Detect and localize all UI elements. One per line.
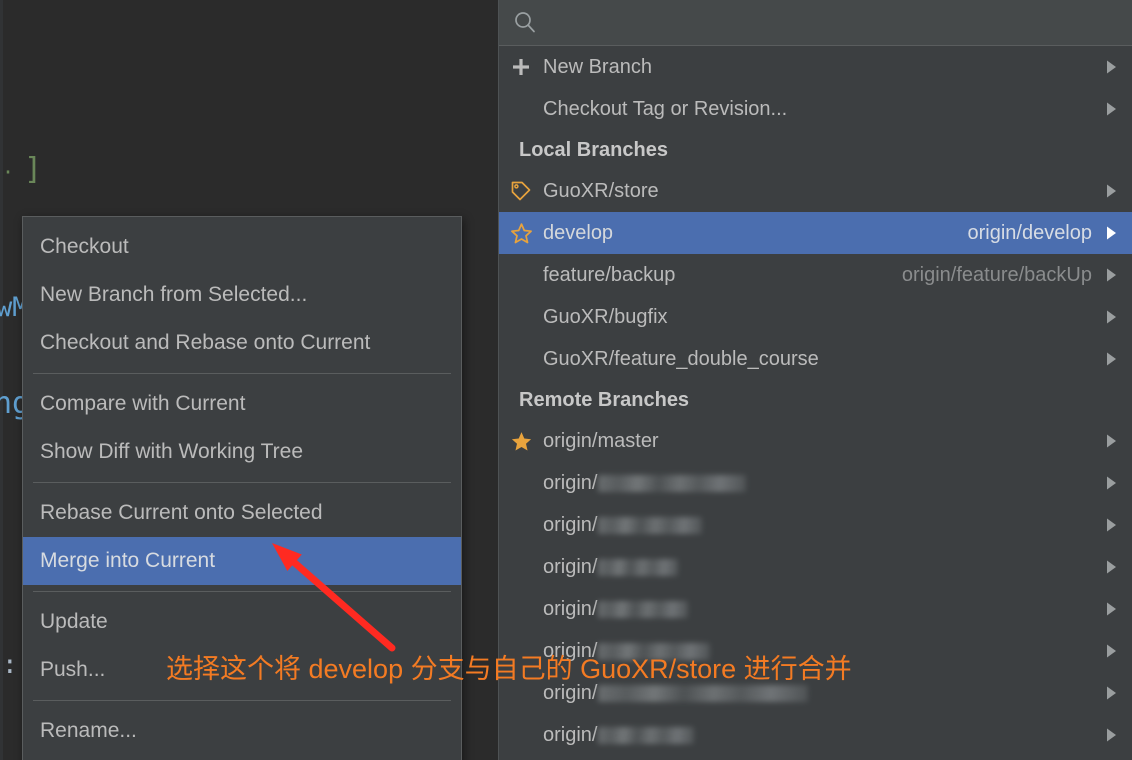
- branch-name: origin/: [543, 597, 598, 620]
- branch-list-item[interactable]: origin/: [499, 504, 1132, 546]
- branch-name: origin/: [543, 555, 598, 578]
- branch-list: New Branch Checkout Tag or Revision... Loc…: [499, 46, 1132, 756]
- menu-item-new-branch-from-selected[interactable]: New Branch from Selected...: [23, 271, 461, 319]
- branch-popup-action[interactable]: Checkout Tag or Revision...: [499, 88, 1132, 130]
- menu-separator: [33, 591, 451, 592]
- branch-name: origin/: [543, 471, 598, 494]
- chevron-right-icon[interactable]: [1098, 727, 1132, 743]
- tracking-branch-label: origin/develop: [967, 221, 1092, 244]
- menu-item-push[interactable]: Push...: [23, 646, 461, 694]
- menu-item-merge-into-current[interactable]: Merge into Current: [23, 537, 461, 585]
- menu-separator: [33, 700, 451, 701]
- branch-list-item[interactable]: origin/master: [499, 420, 1132, 462]
- branch-list-item[interactable]: origin/: [499, 462, 1132, 504]
- branch-list-item[interactable]: GuoXR/bugfix: [499, 296, 1132, 338]
- chevron-right-icon[interactable]: [1098, 517, 1132, 533]
- chevron-right-icon[interactable]: [1098, 433, 1132, 449]
- branch-list-item[interactable]: develop origin/develop: [499, 212, 1132, 254]
- chevron-right-icon[interactable]: [1098, 309, 1132, 325]
- branch-name: New Branch: [543, 55, 652, 78]
- branch-name: GuoXR/bugfix: [543, 305, 668, 328]
- branch-list-item[interactable]: GuoXR/feature_double_course: [499, 338, 1132, 380]
- menu-item-compare-with-current[interactable]: Compare with Current: [23, 380, 461, 428]
- branch-list-item[interactable]: origin/: [499, 588, 1132, 630]
- redacted-branch-name: [598, 474, 747, 492]
- chevron-right-icon[interactable]: [1098, 183, 1132, 199]
- redacted-branch-name: [598, 558, 679, 576]
- branch-search-input[interactable]: [543, 10, 1103, 36]
- chevron-right-icon[interactable]: [1098, 601, 1132, 617]
- menu-item-show-diff-with-working-tree[interactable]: Show Diff with Working Tree: [23, 428, 461, 476]
- star-filled-icon: [499, 430, 543, 453]
- redacted-branch-name: [598, 726, 695, 744]
- screenshot-root: ]·wMng: New BranchCheckout Tag or Revisi…: [0, 0, 1132, 760]
- editor-gutter-strip: [0, 0, 3, 760]
- branch-section-header: Remote Branches: [519, 388, 690, 411]
- branch-list-item[interactable]: GuoXR/store: [499, 170, 1132, 212]
- branch-name: origin/: [543, 639, 598, 662]
- git-branches-popup: New Branch Checkout Tag or Revision... Loc…: [498, 0, 1132, 760]
- menu-item-rename[interactable]: Rename...: [23, 707, 461, 755]
- search-icon: [514, 11, 536, 33]
- chevron-right-icon[interactable]: [1098, 685, 1132, 701]
- redacted-branch-name: [598, 600, 689, 618]
- branch-list-item[interactable]: feature/backup origin/feature/backUp: [499, 254, 1132, 296]
- branch-name: origin/: [543, 723, 598, 746]
- redacted-branch-name: [598, 684, 809, 702]
- branch-name: develop: [543, 221, 614, 244]
- menu-item-checkout[interactable]: Checkout: [23, 223, 461, 271]
- tracking-branch-label: origin/feature/backUp: [901, 263, 1092, 286]
- chevron-right-icon[interactable]: [1098, 559, 1132, 575]
- menu-item-checkout-and-rebase-onto-current[interactable]: Checkout and Rebase onto Current: [23, 319, 461, 367]
- menu-item-delete[interactable]: Delete: [23, 755, 461, 760]
- code-fragment: ·: [2, 160, 15, 184]
- chevron-right-icon[interactable]: [1098, 643, 1132, 659]
- menu-item-update[interactable]: Update: [23, 598, 461, 646]
- branch-name: Checkout Tag or Revision...: [543, 97, 788, 120]
- branch-section-header: Local Branches: [519, 138, 668, 161]
- chevron-right-icon[interactable]: [1098, 267, 1132, 283]
- plus-icon: [499, 57, 543, 77]
- branch-popup-action[interactable]: New Branch: [499, 46, 1132, 88]
- branch-context-menu: Checkout New Branch from Selected... Check…: [22, 216, 462, 760]
- branch-list-item[interactable]: origin/: [499, 672, 1132, 714]
- branch-name: origin/: [543, 681, 598, 704]
- chevron-right-icon[interactable]: [1098, 59, 1132, 75]
- chevron-right-icon[interactable]: [1098, 225, 1132, 241]
- branch-list-item[interactable]: origin/: [499, 546, 1132, 588]
- branch-name: GuoXR/feature_double_course: [543, 347, 819, 370]
- redacted-branch-name: [598, 516, 703, 534]
- menu-item-rebase-current-onto-selected[interactable]: Rebase Current onto Selected: [23, 489, 461, 537]
- chevron-right-icon[interactable]: [1098, 351, 1132, 367]
- branch-name: GuoXR/store: [543, 179, 659, 202]
- branch-list-item[interactable]: origin/: [499, 630, 1132, 672]
- menu-separator: [33, 482, 451, 483]
- code-fragment: ]: [24, 152, 43, 187]
- chevron-right-icon[interactable]: [1098, 101, 1132, 117]
- branch-list-item[interactable]: origin/: [499, 714, 1132, 756]
- branch-name: origin/: [543, 513, 598, 536]
- star-outline-icon: [499, 222, 543, 245]
- menu-separator: [33, 373, 451, 374]
- chevron-right-icon[interactable]: [1098, 475, 1132, 491]
- tag-icon: [499, 180, 543, 202]
- redacted-branch-name: [598, 642, 711, 660]
- branch-search-row[interactable]: [499, 0, 1132, 46]
- branch-name: feature/backup: [543, 263, 676, 286]
- branch-name: origin/master: [543, 429, 659, 452]
- code-fragment: :: [2, 650, 18, 680]
